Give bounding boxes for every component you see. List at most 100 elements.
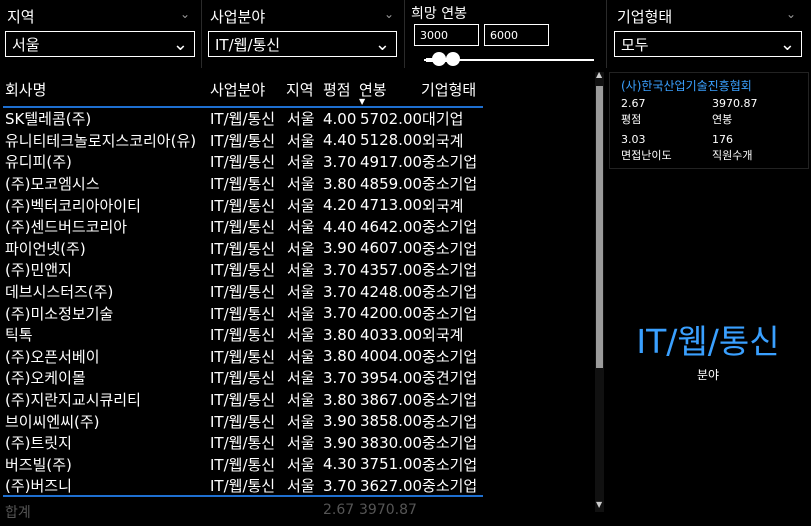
col-header-rating[interactable]: 평점 bbox=[323, 79, 351, 100]
card-interview-label: 면접난이도 bbox=[621, 149, 672, 162]
col-header-region[interactable]: 지역 bbox=[286, 79, 314, 100]
cell-business: IT/웹/통신 bbox=[210, 239, 276, 258]
cell-company-type: 중소기업 bbox=[422, 239, 478, 258]
table-row[interactable]: 유디피(주) IT/웹/통신 서울 3.70 4917.00 중소기업 bbox=[5, 151, 482, 173]
cell-business: IT/웹/통신 bbox=[210, 326, 276, 345]
table-row[interactable]: 유니티테크놀로지스코리아(유) IT/웹/통신 서울 4.40 5128.00 외국계 bbox=[5, 130, 482, 152]
cell-company-type: 중소기업 bbox=[422, 477, 478, 496]
table-row[interactable]: 브이씨엔씨(주) IT/웹/통신 서울 3.90 3858.00 중소기업 bbox=[5, 410, 482, 432]
table-row[interactable]: (주)모코엠시스 IT/웹/통신 서울 3.80 4859.00 중소기업 bbox=[5, 173, 482, 195]
info-card: (사)한국산업기술진흥협회 2.67 평점 3970.87 연봉 3.03 면접… bbox=[609, 72, 809, 169]
cell-region: 서울 bbox=[287, 347, 315, 366]
card-salary-label: 연봉 bbox=[712, 113, 733, 126]
cell-business: IT/웹/통신 bbox=[210, 218, 276, 237]
cell-company-type: 중견기업 bbox=[422, 369, 478, 388]
cell-rating: 4.40 bbox=[323, 131, 357, 150]
cell-company-type: 대기업 bbox=[422, 110, 464, 129]
cell-company: (주)지란지교시큐리티 bbox=[5, 391, 141, 410]
cell-company-type: 외국계 bbox=[422, 196, 464, 215]
cell-company: (주)미소정보기술 bbox=[5, 304, 114, 323]
table-row[interactable]: (주)버즈니 IT/웹/통신 서울 3.70 3627.00 중소기업 bbox=[5, 475, 482, 496]
col-header-company[interactable]: 회사명 bbox=[5, 79, 46, 100]
cell-salary: 5702.00 bbox=[360, 109, 423, 128]
cell-business: IT/웹/통신 bbox=[210, 477, 276, 496]
company-type-filter-title: 기업형태 bbox=[617, 8, 673, 26]
cell-rating: 3.70 bbox=[323, 260, 357, 279]
table-row[interactable]: (주)벡터코리아아이티 IT/웹/통신 서울 4.20 4713.00 외국계 bbox=[5, 194, 482, 216]
cell-company: (주)버즈니 bbox=[5, 477, 72, 496]
cell-salary: 3627.00 bbox=[360, 476, 423, 495]
table-row[interactable]: (주)오픈서베이 IT/웹/통신 서울 3.80 4004.00 중소기업 bbox=[5, 346, 482, 368]
table-row[interactable]: (주)미소정보기술 IT/웹/통신 서울 3.70 4200.00 중소기업 bbox=[5, 302, 482, 324]
card-salary-value: 3970.87 bbox=[712, 97, 758, 110]
company-type-select[interactable]: 모두 ⌄ bbox=[614, 31, 802, 57]
table-row[interactable]: 틱톡 IT/웹/통신 서울 3.80 4033.00 외국계 bbox=[5, 324, 482, 346]
scroll-up-icon[interactable]: ▲ bbox=[596, 70, 602, 79]
cell-rating: 3.80 bbox=[323, 347, 357, 366]
col-header-business[interactable]: 사업분야 bbox=[210, 79, 265, 100]
cell-region: 서울 bbox=[287, 391, 315, 410]
cell-business: IT/웹/통신 bbox=[210, 283, 276, 302]
region-expand-icon[interactable]: ⌄ bbox=[180, 7, 190, 21]
filter-divider bbox=[606, 0, 607, 68]
cell-region: 서울 bbox=[287, 477, 315, 496]
salary-min-handle[interactable] bbox=[432, 52, 446, 66]
region-select[interactable]: 서울 ⌄ bbox=[5, 31, 195, 57]
cell-region: 서울 bbox=[287, 110, 315, 129]
cell-rating: 3.70 bbox=[323, 152, 357, 171]
cell-region: 서울 bbox=[287, 326, 315, 345]
salary-max-value: 6000 bbox=[490, 28, 518, 42]
cell-rating: 3.70 bbox=[323, 368, 357, 387]
salary-max-input[interactable]: 6000 bbox=[484, 24, 549, 46]
company-type-expand-icon[interactable]: ⌄ bbox=[786, 7, 796, 21]
cell-region: 서울 bbox=[287, 304, 315, 323]
scroll-thumb[interactable] bbox=[596, 86, 603, 368]
cell-company: (주)센드버드코리아 bbox=[5, 218, 128, 237]
cell-region: 서울 bbox=[287, 218, 315, 237]
cell-company: (주)벡터코리아아이티 bbox=[5, 196, 141, 215]
chevron-down-icon: ⌄ bbox=[172, 34, 188, 55]
chevron-down-icon: ⌄ bbox=[374, 34, 390, 55]
cell-region: 서울 bbox=[287, 196, 315, 215]
cell-salary: 4200.00 bbox=[360, 304, 423, 323]
cell-business: IT/웹/통신 bbox=[210, 304, 276, 323]
table-row[interactable]: (주)센드버드코리아 IT/웹/통신 서울 4.40 4642.00 중소기업 bbox=[5, 216, 482, 238]
company-type-select-value: 모두 bbox=[621, 35, 649, 54]
chevron-down-icon: ⌄ bbox=[779, 34, 795, 55]
card-rating-value: 2.67 bbox=[621, 97, 646, 110]
cell-rating: 3.80 bbox=[323, 390, 357, 409]
cell-company: (주)민앤지 bbox=[5, 261, 72, 280]
scroll-down-icon[interactable]: ▼ bbox=[596, 500, 602, 509]
cell-business: IT/웹/통신 bbox=[210, 347, 276, 366]
cell-business: IT/웹/통신 bbox=[210, 175, 276, 194]
cell-salary: 4713.00 bbox=[360, 196, 423, 215]
card-employees-value: 176 bbox=[712, 133, 733, 146]
table-row[interactable]: (주)오케이몰 IT/웹/통신 서울 3.70 3954.00 중견기업 bbox=[5, 367, 482, 389]
cell-rating: 3.90 bbox=[323, 239, 357, 258]
business-select[interactable]: IT/웹/통신 ⌄ bbox=[208, 31, 397, 57]
cell-salary: 5128.00 bbox=[360, 131, 423, 150]
table-row[interactable]: (주)지란지교시큐리티 IT/웹/통신 서울 3.80 3867.00 중소기업 bbox=[5, 389, 482, 411]
business-expand-icon[interactable]: ⌄ bbox=[384, 7, 394, 21]
table-row[interactable]: (주)트릿지 IT/웹/통신 서울 3.90 3830.00 중소기업 bbox=[5, 432, 482, 454]
cell-company-type: 중소기업 bbox=[422, 391, 478, 410]
table-row[interactable]: 데브시스터즈(주) IT/웹/통신 서울 3.70 4248.00 중소기업 bbox=[5, 281, 482, 303]
filter-divider bbox=[404, 0, 405, 68]
cell-region: 서울 bbox=[287, 283, 315, 302]
table-row[interactable]: (주)민앤지 IT/웹/통신 서울 3.70 4357.00 중소기업 bbox=[5, 259, 482, 281]
total-divider bbox=[3, 495, 483, 497]
salary-max-handle[interactable] bbox=[446, 52, 460, 66]
cell-region: 서울 bbox=[287, 153, 315, 172]
table-row[interactable]: 버즈빌(주) IT/웹/통신 서울 4.30 3751.00 중소기업 bbox=[5, 454, 482, 476]
salary-min-input[interactable]: 3000 bbox=[414, 24, 479, 46]
field-card: IT/웹/통신 분야 bbox=[609, 300, 807, 390]
cell-rating: 3.90 bbox=[323, 433, 357, 452]
field-card-value: IT/웹/통신 bbox=[636, 322, 780, 361]
cell-business: IT/웹/통신 bbox=[210, 369, 276, 388]
table-row[interactable]: SK텔레콤(주) IT/웹/통신 서울 4.00 5702.00 대기업 bbox=[5, 108, 482, 130]
col-header-company-type[interactable]: 기업형태 bbox=[421, 79, 476, 100]
total-rating: 2.67 bbox=[323, 502, 355, 518]
table-scrollbar[interactable]: ▲ ▼ bbox=[595, 70, 604, 512]
table-row[interactable]: 파이언넷(주) IT/웹/통신 서울 3.90 4607.00 중소기업 bbox=[5, 238, 482, 260]
cell-salary: 4033.00 bbox=[360, 325, 423, 344]
